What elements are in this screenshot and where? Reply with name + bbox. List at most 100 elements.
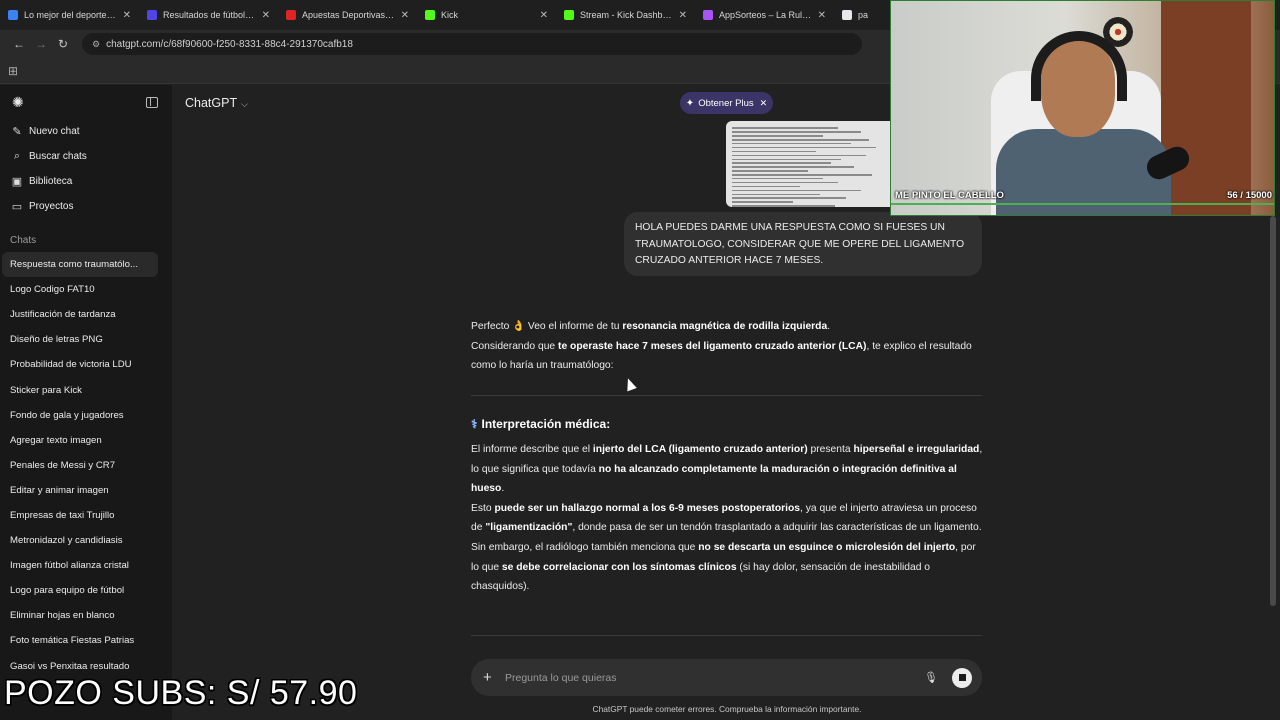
edit-icon: ✎ <box>12 126 22 138</box>
text-span: . <box>827 321 831 332</box>
browser-tab[interactable]: Lo mejor del deporte y el ✕ <box>0 0 139 30</box>
library-label: Biblioteca <box>29 176 73 187</box>
close-tab-icon[interactable]: ✕ <box>123 10 131 21</box>
tab-favicon-icon <box>8 10 18 20</box>
bold-text: "ligamentización" <box>485 522 573 534</box>
document-line <box>732 146 877 149</box>
tab-favicon-icon <box>286 10 296 20</box>
scrollbar[interactable] <box>1270 216 1276 606</box>
sidebar: ✺ ✎ Nuevo chat ⌕ Buscar chats ▣ Biblioteca … <box>0 85 172 720</box>
bold-text: te operaste hace 7 meses del ligamento c… <box>558 340 867 352</box>
close-tab-icon[interactable]: ✕ <box>262 10 270 21</box>
chats-section-label: Chats <box>10 234 37 246</box>
sub-goal-label: ME PINTO EL CABELLO <box>895 189 1004 201</box>
document-line <box>732 197 846 199</box>
model-title: ChatGPT <box>185 96 238 110</box>
chat-history-item[interactable]: Empresas de taxi Trujillo <box>0 503 172 528</box>
section-heading-text: Interpretación médica: <box>481 417 611 431</box>
attached-image[interactable] <box>726 121 890 207</box>
text-span: El informe describe que el <box>471 444 593 455</box>
tab-label: Lo mejor del deporte y el <box>24 10 117 20</box>
chat-history-item[interactable]: Editar y animar imagen <box>0 478 172 503</box>
document-line <box>732 142 851 145</box>
bold-text: resonancia magnética de rodilla izquierd… <box>622 321 828 332</box>
assistant-paragraph: El informe describe que el injerto del L… <box>471 440 983 499</box>
chat-history-item[interactable]: Logo para equipo de fútbol <box>0 578 172 603</box>
close-icon[interactable]: ✕ <box>760 98 768 109</box>
sidebar-top: ✺ <box>0 85 172 119</box>
document-line <box>732 154 866 157</box>
tab-favicon-icon <box>564 10 574 20</box>
sub-goal-progress: 56 / 15000 <box>1227 189 1272 201</box>
apps-grid-icon[interactable]: ⊞ <box>8 64 18 78</box>
chat-history-item[interactable]: Imagen fútbol alianza cristal <box>0 553 172 578</box>
chat-history-item[interactable]: Metronidazol y candidiasis <box>0 528 172 553</box>
model-selector[interactable]: ChatGPT ⌵ <box>185 96 248 110</box>
chat-history-item[interactable]: Probabilidad de victoria LDU <box>0 352 172 377</box>
chat-history-item[interactable]: Respuesta como traumatólo... <box>2 252 158 278</box>
site-info-icon[interactable]: ⚙ <box>92 39 100 50</box>
close-tab-icon[interactable]: ✕ <box>401 10 409 21</box>
prompt-input[interactable] <box>505 671 925 684</box>
assistant-paragraph: Esto puede ser un hallazgo normal a los … <box>471 499 983 538</box>
document-line <box>732 162 831 164</box>
stethoscope-icon: ⚕ <box>471 417 478 431</box>
chat-history-item[interactable]: Sticker para Kick <box>0 377 172 402</box>
tab-favicon-icon <box>842 10 852 20</box>
chat-history-item[interactable]: Logo Codigo FAT10 <box>0 277 172 302</box>
divider <box>471 635 982 636</box>
chat-history-item[interactable]: Agregar texto imagen <box>0 428 172 453</box>
get-plus-button[interactable]: ✦ Obtener Plus ✕ <box>680 92 773 114</box>
text-span: , donde pasa de ser un tendón trasplanta… <box>572 522 982 534</box>
stop-icon <box>958 674 966 681</box>
chat-history-list: Respuesta como traumatólo... Logo Codigo … <box>0 252 172 679</box>
document-line <box>732 185 801 188</box>
chat-history-item[interactable]: Fondo de gala y jugadores <box>0 403 172 428</box>
assistant-paragraph: Considerando que te operaste hace 7 mese… <box>471 337 983 376</box>
forward-icon[interactable]: → <box>30 37 52 51</box>
library-icon: ▣ <box>11 176 23 188</box>
main-header: ChatGPT ⌵ ✦ Obtener Plus ✕ <box>172 85 890 121</box>
search-chats-button[interactable]: ⌕ Buscar chats <box>0 144 172 169</box>
document-line <box>732 181 839 184</box>
reload-icon[interactable]: ↻ <box>52 37 74 51</box>
stop-button[interactable] <box>952 667 972 688</box>
sidebar-toggle-icon[interactable] <box>146 96 158 108</box>
browser-tab[interactable]: Apuestas Deportivas - Ca ✕ <box>278 0 417 30</box>
document-line <box>732 170 808 172</box>
text-span: presenta <box>807 444 854 455</box>
tab-label: Kick <box>441 10 459 20</box>
close-tab-icon[interactable]: ✕ <box>818 10 826 21</box>
assistant-intro: Perfecto 👌 Veo el informe de tu resonanc… <box>471 317 983 376</box>
browser-tab[interactable]: AppSorteos – La Ruleta d ✕ <box>695 0 834 30</box>
chat-history-item[interactable]: Penales de Messi y CR7 <box>0 453 172 478</box>
plus-icon[interactable]: + <box>483 669 497 686</box>
chat-history-item[interactable]: Diseño de letras PNG <box>0 327 172 352</box>
text-span: Considerando que <box>471 340 559 352</box>
openai-logo-icon[interactable]: ✺ <box>12 94 24 111</box>
new-chat-button[interactable]: ✎ Nuevo chat <box>0 119 172 144</box>
tab-favicon-icon <box>425 10 435 20</box>
disclaimer-text: ChatGPT puede cometer errores. Comprueba… <box>592 704 862 714</box>
url-text: chatgpt.com/c/68f90600-f250-8331-88c4-29… <box>106 38 353 50</box>
browser-tab[interactable]: Stream - Kick Dashboard ✕ <box>556 0 695 30</box>
projects-button[interactable]: ▭ Proyectos <box>0 194 172 219</box>
library-button[interactable]: ▣ Biblioteca <box>0 169 172 194</box>
back-icon[interactable]: ← <box>8 37 30 51</box>
document-line <box>732 166 854 168</box>
document-line <box>732 205 836 207</box>
divider <box>471 395 982 396</box>
close-tab-icon[interactable]: ✕ <box>540 10 548 21</box>
browser-tab[interactable]: Kick ✕ <box>417 0 556 30</box>
microphone-icon[interactable]: 🎙 <box>924 671 938 684</box>
close-tab-icon[interactable]: ✕ <box>679 10 687 21</box>
assistant-body: El informe describe que el injerto del L… <box>471 440 983 597</box>
tab-label: Stream - Kick Dashboard <box>580 10 673 20</box>
chat-history-item[interactable]: Eliminar hojas en blanco <box>0 603 172 628</box>
chat-history-item[interactable]: Justificación de tardanza <box>0 302 172 327</box>
chat-history-item[interactable]: Foto temática Fiestas Patrias <box>0 628 172 653</box>
mouse-cursor-icon <box>623 376 637 392</box>
text-span: Sin embargo, el radiólogo también mencio… <box>471 541 699 553</box>
browser-tab[interactable]: Resultados de fútbol en d ✕ <box>139 0 278 30</box>
url-field[interactable]: ⚙ chatgpt.com/c/68f90600-f250-8331-88c4-… <box>82 33 862 55</box>
